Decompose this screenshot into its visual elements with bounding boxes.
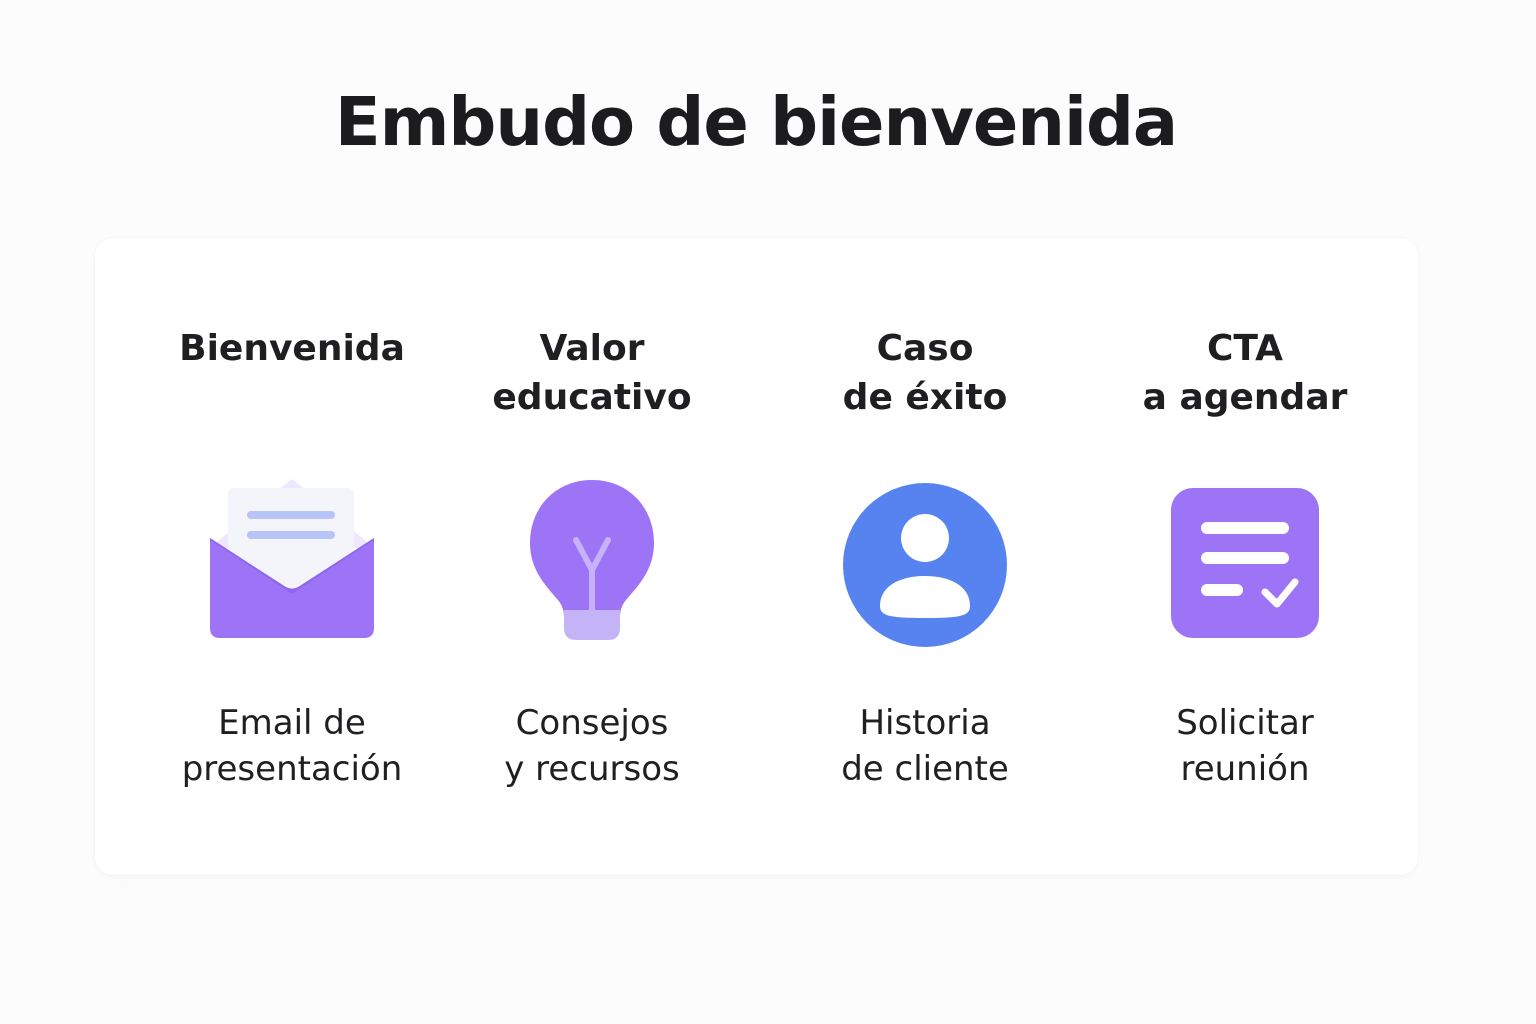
step-description-line: de cliente bbox=[841, 749, 1009, 789]
envelope-open-icon bbox=[192, 478, 392, 658]
user-circle-icon bbox=[825, 478, 1025, 658]
step-description: Historia de cliente bbox=[775, 700, 1075, 792]
step-title-line: CTA bbox=[1206, 328, 1284, 369]
step-title-line: de éxito bbox=[842, 377, 1008, 418]
funnel-card: Bienvenida Email de presentación Valor e… bbox=[95, 238, 1418, 875]
step-title-line: Bienvenida bbox=[179, 328, 405, 369]
funnel-step-valor-educativo: Valor educativo Consejos y recursos bbox=[442, 238, 742, 875]
step-description-line: y recursos bbox=[504, 749, 680, 789]
step-title-line: Valor bbox=[539, 328, 645, 369]
step-title-line: a agendar bbox=[1142, 377, 1348, 418]
step-title: Caso de éxito bbox=[775, 324, 1075, 422]
step-description: Consejos y recursos bbox=[442, 700, 742, 792]
step-description-line: Solicitar bbox=[1176, 703, 1314, 743]
page-title: Embudo de bienvenida bbox=[334, 83, 1178, 161]
step-description: Email de presentación bbox=[142, 700, 442, 792]
step-description-line: Historia bbox=[859, 703, 991, 743]
step-description: Solicitar reunión bbox=[1095, 700, 1395, 792]
lightbulb-icon bbox=[492, 478, 692, 658]
step-title-line: educativo bbox=[492, 377, 692, 418]
step-description-line: reunión bbox=[1180, 749, 1310, 789]
funnel-step-caso-de-exito: Caso de éxito Historia de cliente bbox=[775, 238, 1075, 875]
funnel-step-bienvenida: Bienvenida Email de presentación bbox=[142, 238, 442, 875]
step-description-line: presentación bbox=[181, 749, 403, 789]
step-title: Bienvenida bbox=[142, 324, 442, 373]
step-description-line: Email de bbox=[218, 703, 366, 743]
checklist-icon bbox=[1145, 478, 1345, 658]
funnel-step-cta-a-agendar: CTA a agendar Solicitar reunión bbox=[1095, 238, 1395, 875]
step-title-line: Caso bbox=[876, 328, 974, 369]
step-title: Valor educativo bbox=[442, 324, 742, 422]
step-description-line: Consejos bbox=[515, 703, 669, 743]
step-title: CTA a agendar bbox=[1095, 324, 1395, 422]
